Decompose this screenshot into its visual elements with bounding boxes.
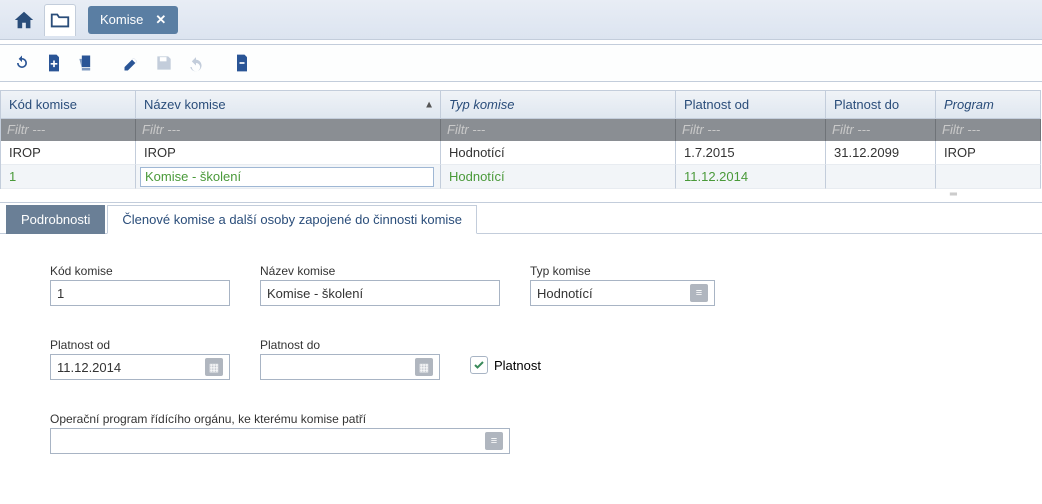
filter-program[interactable]: Filtr --- (936, 119, 1041, 141)
cell-program: IROP (936, 141, 1041, 165)
resize-handle[interactable]: ═ (0, 189, 1042, 203)
col-nazev[interactable]: Název komise▲ (136, 90, 441, 119)
field-platnost-od: Platnost od 11.12.2014 ▦ (50, 338, 230, 380)
undo-icon (182, 49, 210, 77)
date-do[interactable]: ▦ (260, 354, 440, 380)
cell-kod: IROP (1, 141, 136, 165)
filter-do[interactable]: Filtr --- (826, 119, 936, 141)
edit-icon[interactable] (118, 49, 146, 77)
copy-icon[interactable] (72, 49, 100, 77)
cell-nazev[interactable]: Komise - školení (136, 165, 441, 189)
cell-od: 11.12.2014 (676, 165, 826, 189)
cell-do (826, 165, 936, 189)
label-op: Operační program řídícího orgánu, ke kte… (50, 412, 510, 426)
field-op: Operační program řídícího orgánu, ke kte… (50, 412, 510, 454)
table-row[interactable]: 1 Komise - školení Hodnotící 11.12.2014 (0, 165, 1042, 189)
toolbar (0, 44, 1042, 82)
tab-clenove[interactable]: Členové komise a další osoby zapojené do… (107, 205, 477, 234)
col-kod[interactable]: Kód komise (1, 90, 136, 119)
checkbox-label: Platnost (494, 358, 541, 373)
cell-typ: Hodnotící (441, 165, 676, 189)
field-nazev-komise: Název komise Komise - školení (260, 264, 500, 306)
col-typ[interactable]: Typ komise (441, 90, 676, 119)
date-od[interactable]: 11.12.2014 ▦ (50, 354, 230, 380)
home-icon[interactable] (8, 4, 40, 36)
field-kod-komise: Kód komise 1 (50, 264, 230, 306)
table-row[interactable]: IROP IROP Hodnotící 1.7.2015 31.12.2099 … (0, 141, 1042, 165)
list-icon[interactable]: ≡ (690, 284, 708, 302)
select-typ[interactable]: Hodnotící ≡ (530, 280, 715, 306)
save-icon (150, 49, 178, 77)
checkbox-platnost[interactable]: Platnost (470, 356, 541, 374)
field-typ-komise: Typ komise Hodnotící ≡ (530, 264, 715, 306)
cell-do: 31.12.2099 (826, 141, 936, 165)
list-icon[interactable]: ≡ (485, 432, 503, 450)
col-od[interactable]: Platnost od (676, 90, 826, 119)
filter-od[interactable]: Filtr --- (676, 119, 826, 141)
input-nazev[interactable]: Komise - školení (260, 280, 500, 306)
delete-icon[interactable] (228, 49, 256, 77)
check-icon (470, 356, 488, 374)
cell-od: 1.7.2015 (676, 141, 826, 165)
cell-kod: 1 (1, 165, 136, 189)
detail-form: Kód komise 1 Název komise Komise - škole… (0, 234, 1042, 496)
select-op[interactable]: ≡ (50, 428, 510, 454)
tab-komise[interactable]: Komise ✕ (88, 6, 178, 34)
cell-typ: Hodnotící (441, 141, 676, 165)
refresh-icon[interactable] (8, 49, 36, 77)
field-platnost-do: Platnost do ▦ (260, 338, 440, 380)
cell-nazev: IROP (136, 141, 441, 165)
input-kod[interactable]: 1 (50, 280, 230, 306)
label-do: Platnost do (260, 338, 440, 352)
window-tab-bar: Komise ✕ (0, 0, 1042, 40)
tab-podrobnosti[interactable]: Podrobnosti (6, 205, 105, 234)
grid-filter-row: Filtr --- Filtr --- Filtr --- Filtr --- … (0, 119, 1042, 141)
col-do[interactable]: Platnost do (826, 90, 936, 119)
filter-kod[interactable]: Filtr --- (1, 119, 136, 141)
detail-tabs: Podrobnosti Členové komise a další osoby… (0, 204, 1042, 234)
folder-icon[interactable] (44, 4, 76, 36)
grid-header: Kód komise Název komise▲ Typ komise Plat… (0, 90, 1042, 119)
cell-program (936, 165, 1041, 189)
label-nazev: Název komise (260, 264, 500, 278)
calendar-icon[interactable]: ▦ (205, 358, 223, 376)
label-typ: Typ komise (530, 264, 715, 278)
filter-typ[interactable]: Filtr --- (441, 119, 676, 141)
label-kod: Kód komise (50, 264, 230, 278)
calendar-icon[interactable]: ▦ (415, 358, 433, 376)
filter-nazev[interactable]: Filtr --- (136, 119, 441, 141)
col-program[interactable]: Program (936, 90, 1041, 119)
label-od: Platnost od (50, 338, 230, 352)
tab-label: Komise (100, 12, 143, 27)
new-icon[interactable] (40, 49, 68, 77)
close-icon[interactable]: ✕ (155, 12, 166, 28)
sort-asc-icon: ▲ (424, 99, 434, 110)
